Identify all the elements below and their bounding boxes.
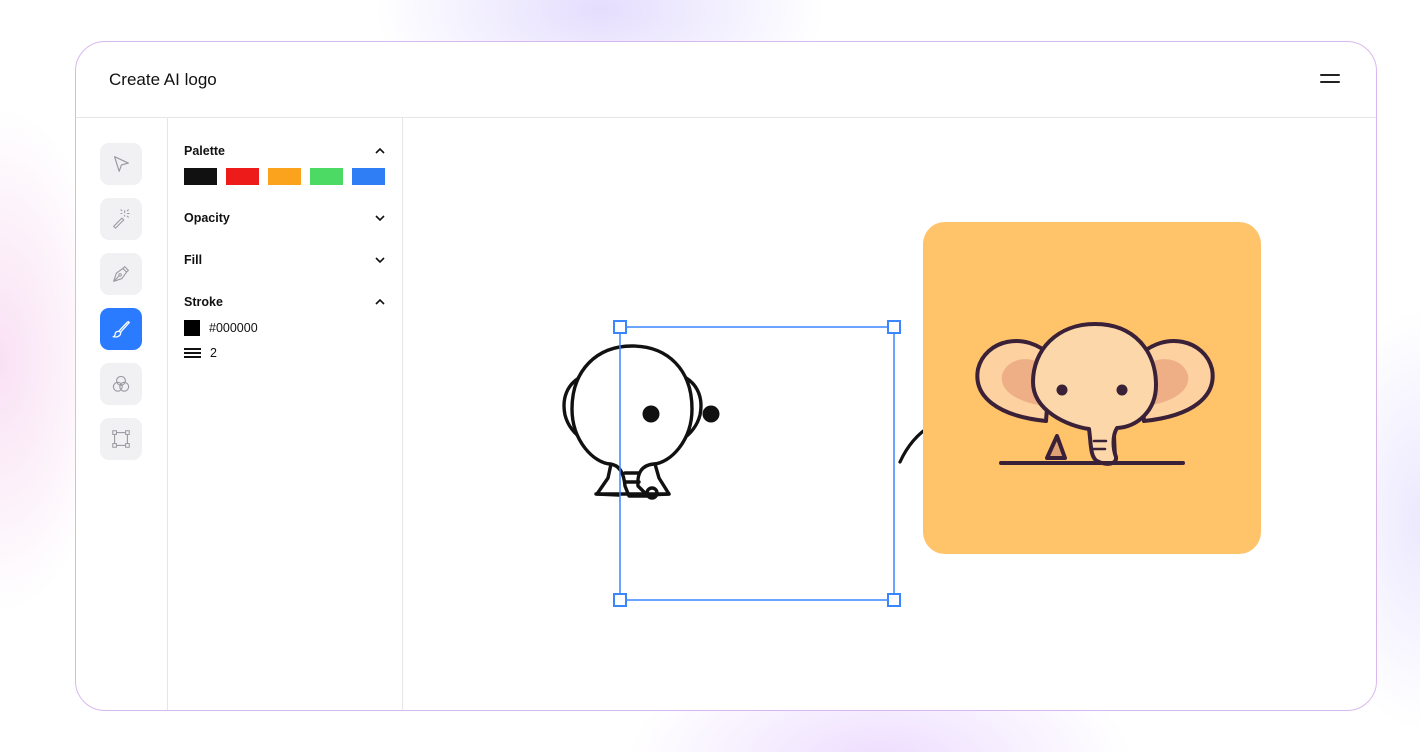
bounding-box-icon xyxy=(112,430,130,448)
opacity-section-header[interactable]: Opacity xyxy=(184,210,386,228)
selection-handle-bottom-left[interactable] xyxy=(613,593,627,607)
fill-section-header[interactable]: Fill xyxy=(184,252,386,270)
chevron-up-icon xyxy=(375,147,385,154)
hamburger-menu-icon[interactable] xyxy=(1314,69,1348,91)
swatch-red[interactable] xyxy=(226,168,259,185)
swatch-orange[interactable] xyxy=(268,168,301,185)
chevron-down-icon xyxy=(375,215,385,222)
brush-tool-button[interactable] xyxy=(100,308,142,350)
elephant-sketch-icon[interactable] xyxy=(562,344,703,500)
sketch-eye-right xyxy=(702,405,720,423)
opacity-label: Opacity xyxy=(184,211,230,225)
pen-nib-icon xyxy=(113,265,130,282)
properties-panel: Palette Opacity Fill Stroke #000000 2 xyxy=(168,118,403,710)
stroke-color-value: #000000 xyxy=(209,321,258,335)
selection-handle-top-left[interactable] xyxy=(613,320,627,334)
elephant-logo-result[interactable] xyxy=(923,222,1261,554)
stroke-label: Stroke xyxy=(184,295,223,309)
overlapping-circles-icon xyxy=(112,375,130,392)
chevron-down-icon xyxy=(375,257,385,264)
brush-icon xyxy=(112,321,130,338)
palette-section-header[interactable]: Palette xyxy=(184,143,386,161)
app-window: Create AI logo Palette Opacity Fill Stro… xyxy=(75,41,1377,711)
tool-sidebar xyxy=(76,118,168,710)
palette-swatches xyxy=(184,168,385,185)
magic-wand-tool-button[interactable] xyxy=(100,198,142,240)
title-bar: Create AI logo xyxy=(76,42,1376,118)
stroke-width-value: 2 xyxy=(210,346,217,360)
swatch-green[interactable] xyxy=(310,168,343,185)
pen-tool-button[interactable] xyxy=(100,253,142,295)
shapes-tool-button[interactable] xyxy=(100,363,142,405)
stroke-color-row[interactable]: #000000 xyxy=(184,320,258,336)
stroke-color-swatch[interactable] xyxy=(184,320,200,336)
select-tool-button[interactable] xyxy=(100,143,142,185)
sketch-eye-left xyxy=(642,405,660,423)
swatch-black[interactable] xyxy=(184,168,217,185)
stroke-width-row[interactable]: 2 xyxy=(184,346,217,360)
fill-label: Fill xyxy=(184,253,203,267)
cursor-arrow-icon xyxy=(113,156,129,172)
logo-eye-right xyxy=(1116,384,1128,396)
magic-wand-icon xyxy=(113,209,130,229)
canvas-area[interactable] xyxy=(403,118,1377,711)
palette-label: Palette xyxy=(184,144,225,158)
app-title: Create AI logo xyxy=(109,70,217,89)
swatch-blue[interactable] xyxy=(352,168,385,185)
selection-handle-top-right[interactable] xyxy=(887,320,901,334)
logo-eye-left xyxy=(1056,384,1068,396)
stroke-width-icon xyxy=(184,348,201,358)
selection-handle-bottom-right[interactable] xyxy=(887,593,901,607)
stroke-section-header[interactable]: Stroke xyxy=(184,294,386,312)
transform-tool-button[interactable] xyxy=(100,418,142,460)
chevron-up-icon xyxy=(375,298,385,305)
